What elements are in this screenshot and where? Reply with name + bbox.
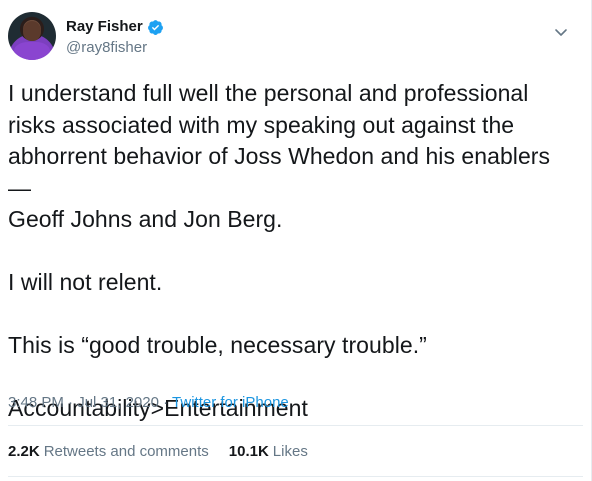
retweets-count: 2.2K	[8, 443, 40, 460]
tweet-source-link[interactable]: Twitter for iPhone	[172, 394, 289, 411]
chevron-down-icon[interactable]	[553, 24, 569, 40]
verified-badge-icon	[147, 19, 163, 35]
retweets-stat[interactable]: 2.2K Retweets and comments	[8, 442, 209, 462]
name-row: Ray Fisher	[66, 17, 164, 37]
retweets-label: Retweets and comments	[43, 443, 209, 460]
likes-stat[interactable]: 10.1K Likes	[229, 442, 308, 462]
author-display-name[interactable]: Ray Fisher	[66, 17, 143, 37]
author-names: Ray Fisher @ray8fisher	[66, 17, 164, 57]
divider	[8, 425, 583, 426]
avatar-shirt	[14, 42, 50, 60]
likes-count: 10.1K	[228, 443, 269, 460]
likes-label: Likes	[272, 443, 308, 460]
meta-separator: ·	[68, 394, 74, 411]
meta-separator: ·	[163, 394, 169, 411]
tweet-text: I understand full well the personal and …	[8, 80, 551, 421]
tweet-date[interactable]: Jul 31, 2020	[77, 394, 159, 411]
tweet-card: Ray Fisher @ray8fisher I understand full…	[0, 0, 592, 481]
avatar[interactable]	[8, 12, 56, 60]
avatar-face	[23, 21, 41, 41]
author-handle[interactable]: @ray8fisher	[66, 38, 164, 57]
tweet-stats: 2.2K Retweets and comments 10.1K Likes	[8, 442, 308, 462]
divider	[8, 476, 583, 477]
tweet-header: Ray Fisher @ray8fisher	[8, 10, 583, 66]
tweet-time[interactable]: 3:48 PM	[8, 394, 64, 411]
tweet-meta: 3:48 PM · Jul 31, 2020 · Twitter for iPh…	[8, 393, 289, 413]
